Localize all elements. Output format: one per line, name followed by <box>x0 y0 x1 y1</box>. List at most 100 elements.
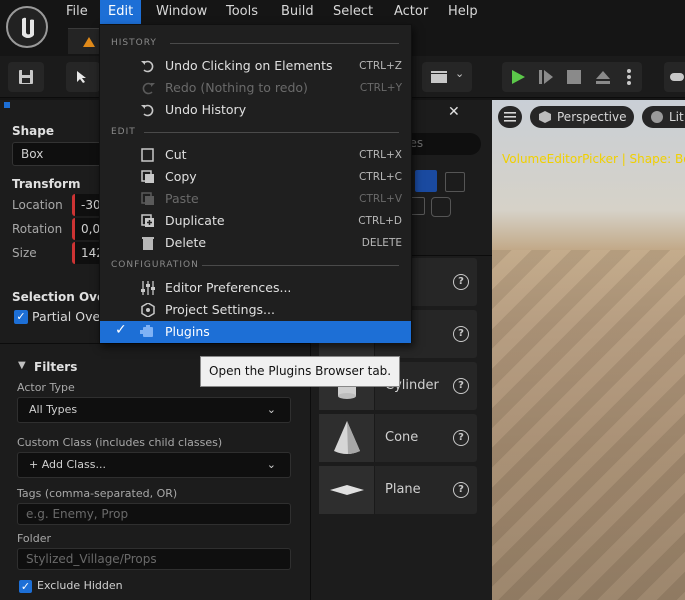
tags-input[interactable]: e.g. Enemy, Prop <box>17 503 291 525</box>
close-icon[interactable]: ✕ <box>448 104 460 120</box>
cube-icon <box>539 111 551 123</box>
transform-header: Transform <box>12 177 81 191</box>
play-icon[interactable] <box>510 69 526 85</box>
step-icon[interactable] <box>538 69 554 85</box>
menu-tools[interactable]: Tools <box>218 0 266 24</box>
actor-type-label: Actor Type <box>17 381 75 394</box>
gamepad-icon <box>670 73 684 81</box>
shape-header: Shape <box>12 124 55 138</box>
place-item-plane[interactable]: Plane ? <box>319 466 477 514</box>
edit-menu-dropdown: HISTORY Undo Clicking on Elements CTRL+Z… <box>99 24 412 343</box>
place-item-cone[interactable]: Cone ? <box>319 414 477 462</box>
menu-edit[interactable]: Edit <box>100 0 142 24</box>
section-history: HISTORY <box>111 38 157 48</box>
help-icon[interactable]: ? <box>453 378 469 394</box>
actor-type-dropdown[interactable]: All Types ⌄ <box>17 397 291 423</box>
cut-icon <box>141 148 154 162</box>
collapse-arrow-icon[interactable]: ▼ <box>18 360 26 371</box>
help-icon[interactable]: ? <box>453 482 469 498</box>
eject-icon[interactable] <box>595 69 611 85</box>
undo-icon <box>141 60 154 73</box>
menu-item-undo-history[interactable]: Undo History <box>100 99 411 121</box>
menu-window[interactable]: Window <box>148 0 215 24</box>
menu-item-redo[interactable]: Redo (Nothing to redo) CTRL+Y <box>100 77 411 99</box>
cone-icon <box>334 421 360 454</box>
filters-header[interactable]: Filters <box>34 360 77 374</box>
place-item-label: Cone <box>385 430 419 445</box>
menu-select[interactable]: Select <box>325 0 381 24</box>
unreal-logo-icon[interactable] <box>6 6 48 48</box>
rotation-x-field[interactable]: 0,0 <box>72 218 102 240</box>
custom-class-value: + Add Class... <box>29 458 106 471</box>
tags-label: Tags (comma-separated, OR) <box>17 487 178 500</box>
perspective-button[interactable]: Perspective <box>530 106 634 128</box>
platforms-button[interactable] <box>664 62 685 92</box>
category-all-icon[interactable] <box>431 197 451 217</box>
level-viewport[interactable]: Perspective Lit VolumeEditorPicker | Sha… <box>492 100 685 600</box>
menu-item-plugins[interactable]: ✓ Plugins <box>100 321 411 343</box>
rotation-label: Rotation <box>12 222 63 236</box>
chevron-down-icon: ⌄ <box>455 67 465 80</box>
partial-overlap-checkbox[interactable]: ✓ <box>14 310 28 324</box>
location-x-field[interactable]: -30 <box>72 194 102 216</box>
save-button[interactable] <box>8 62 44 92</box>
sand-floor <box>492 250 685 600</box>
settings-icon <box>141 303 155 317</box>
menu-item-copy[interactable]: Copy CTRL+C <box>100 166 411 188</box>
plugin-icon <box>140 325 153 337</box>
panel-corner-marker <box>4 102 10 108</box>
actor-type-value: All Types <box>29 403 78 416</box>
lit-sphere-icon <box>651 111 663 123</box>
custom-class-label: Custom Class (includes child classes) <box>17 436 223 449</box>
section-edit: EDIT <box>111 127 136 137</box>
menu-item-paste[interactable]: Paste CTRL+V <box>100 188 411 210</box>
plane-thumbnail <box>319 466 375 514</box>
menu-item-cut[interactable]: Cut CTRL+X <box>100 144 411 166</box>
select-mode-button[interactable] <box>66 62 100 92</box>
category-cinematic-icon[interactable] <box>445 172 465 192</box>
menu-item-project-settings[interactable]: Project Settings... <box>100 299 411 321</box>
shape-field[interactable]: Box <box>12 142 102 166</box>
menu-item-delete[interactable]: Delete DELETE <box>100 232 411 254</box>
duplicate-icon <box>141 214 154 227</box>
sliders-icon <box>141 281 155 295</box>
folder-input[interactable]: Stylized_Village/Props <box>17 548 291 570</box>
chevron-down-icon: ⌄ <box>266 458 276 471</box>
menu-bar: File Edit Window Tools Build Select Acto… <box>0 0 685 48</box>
size-label: Size <box>12 246 37 260</box>
help-icon[interactable]: ? <box>453 430 469 446</box>
help-icon[interactable]: ? <box>453 274 469 290</box>
stop-icon[interactable] <box>567 70 581 84</box>
chevron-down-icon: ⌄ <box>266 403 276 416</box>
custom-class-dropdown[interactable]: + Add Class... ⌄ <box>17 452 291 478</box>
plugins-tooltip: Open the Plugins Browser tab. <box>200 356 401 387</box>
save-icon <box>19 70 33 84</box>
viewport-menu-button[interactable] <box>498 106 522 128</box>
cinematics-button[interactable]: ⌄ <box>422 62 472 92</box>
plane-icon <box>330 485 364 495</box>
menu-file[interactable]: File <box>58 0 96 24</box>
lit-mode-button[interactable]: Lit <box>642 106 685 128</box>
more-options-icon[interactable] <box>626 68 632 86</box>
copy-icon <box>141 170 154 183</box>
lit-label: Lit <box>669 110 684 124</box>
menu-help[interactable]: Help <box>440 0 486 24</box>
cone-thumbnail <box>319 414 375 462</box>
history-icon <box>141 104 154 117</box>
exclude-hidden-label: Exclude Hidden <box>37 579 123 592</box>
menu-item-editor-preferences[interactable]: Editor Preferences... <box>100 277 411 299</box>
location-label: Location <box>12 198 63 212</box>
category-shapes-icon[interactable] <box>415 170 437 192</box>
cursor-icon <box>77 71 86 83</box>
menu-item-undo[interactable]: Undo Clicking on Elements CTRL+Z <box>100 55 411 77</box>
hamburger-icon <box>504 112 516 122</box>
checkmark-icon: ✓ <box>115 322 127 338</box>
help-icon[interactable]: ? <box>453 326 469 342</box>
exclude-hidden-checkbox[interactable]: ✓ <box>19 580 32 593</box>
clapperboard-icon <box>431 71 447 83</box>
menu-item-duplicate[interactable]: Duplicate CTRL+D <box>100 210 411 232</box>
menu-build[interactable]: Build <box>273 0 322 24</box>
perspective-label: Perspective <box>557 110 627 124</box>
size-x-field[interactable]: 142 <box>72 242 104 264</box>
menu-actor[interactable]: Actor <box>386 0 436 24</box>
